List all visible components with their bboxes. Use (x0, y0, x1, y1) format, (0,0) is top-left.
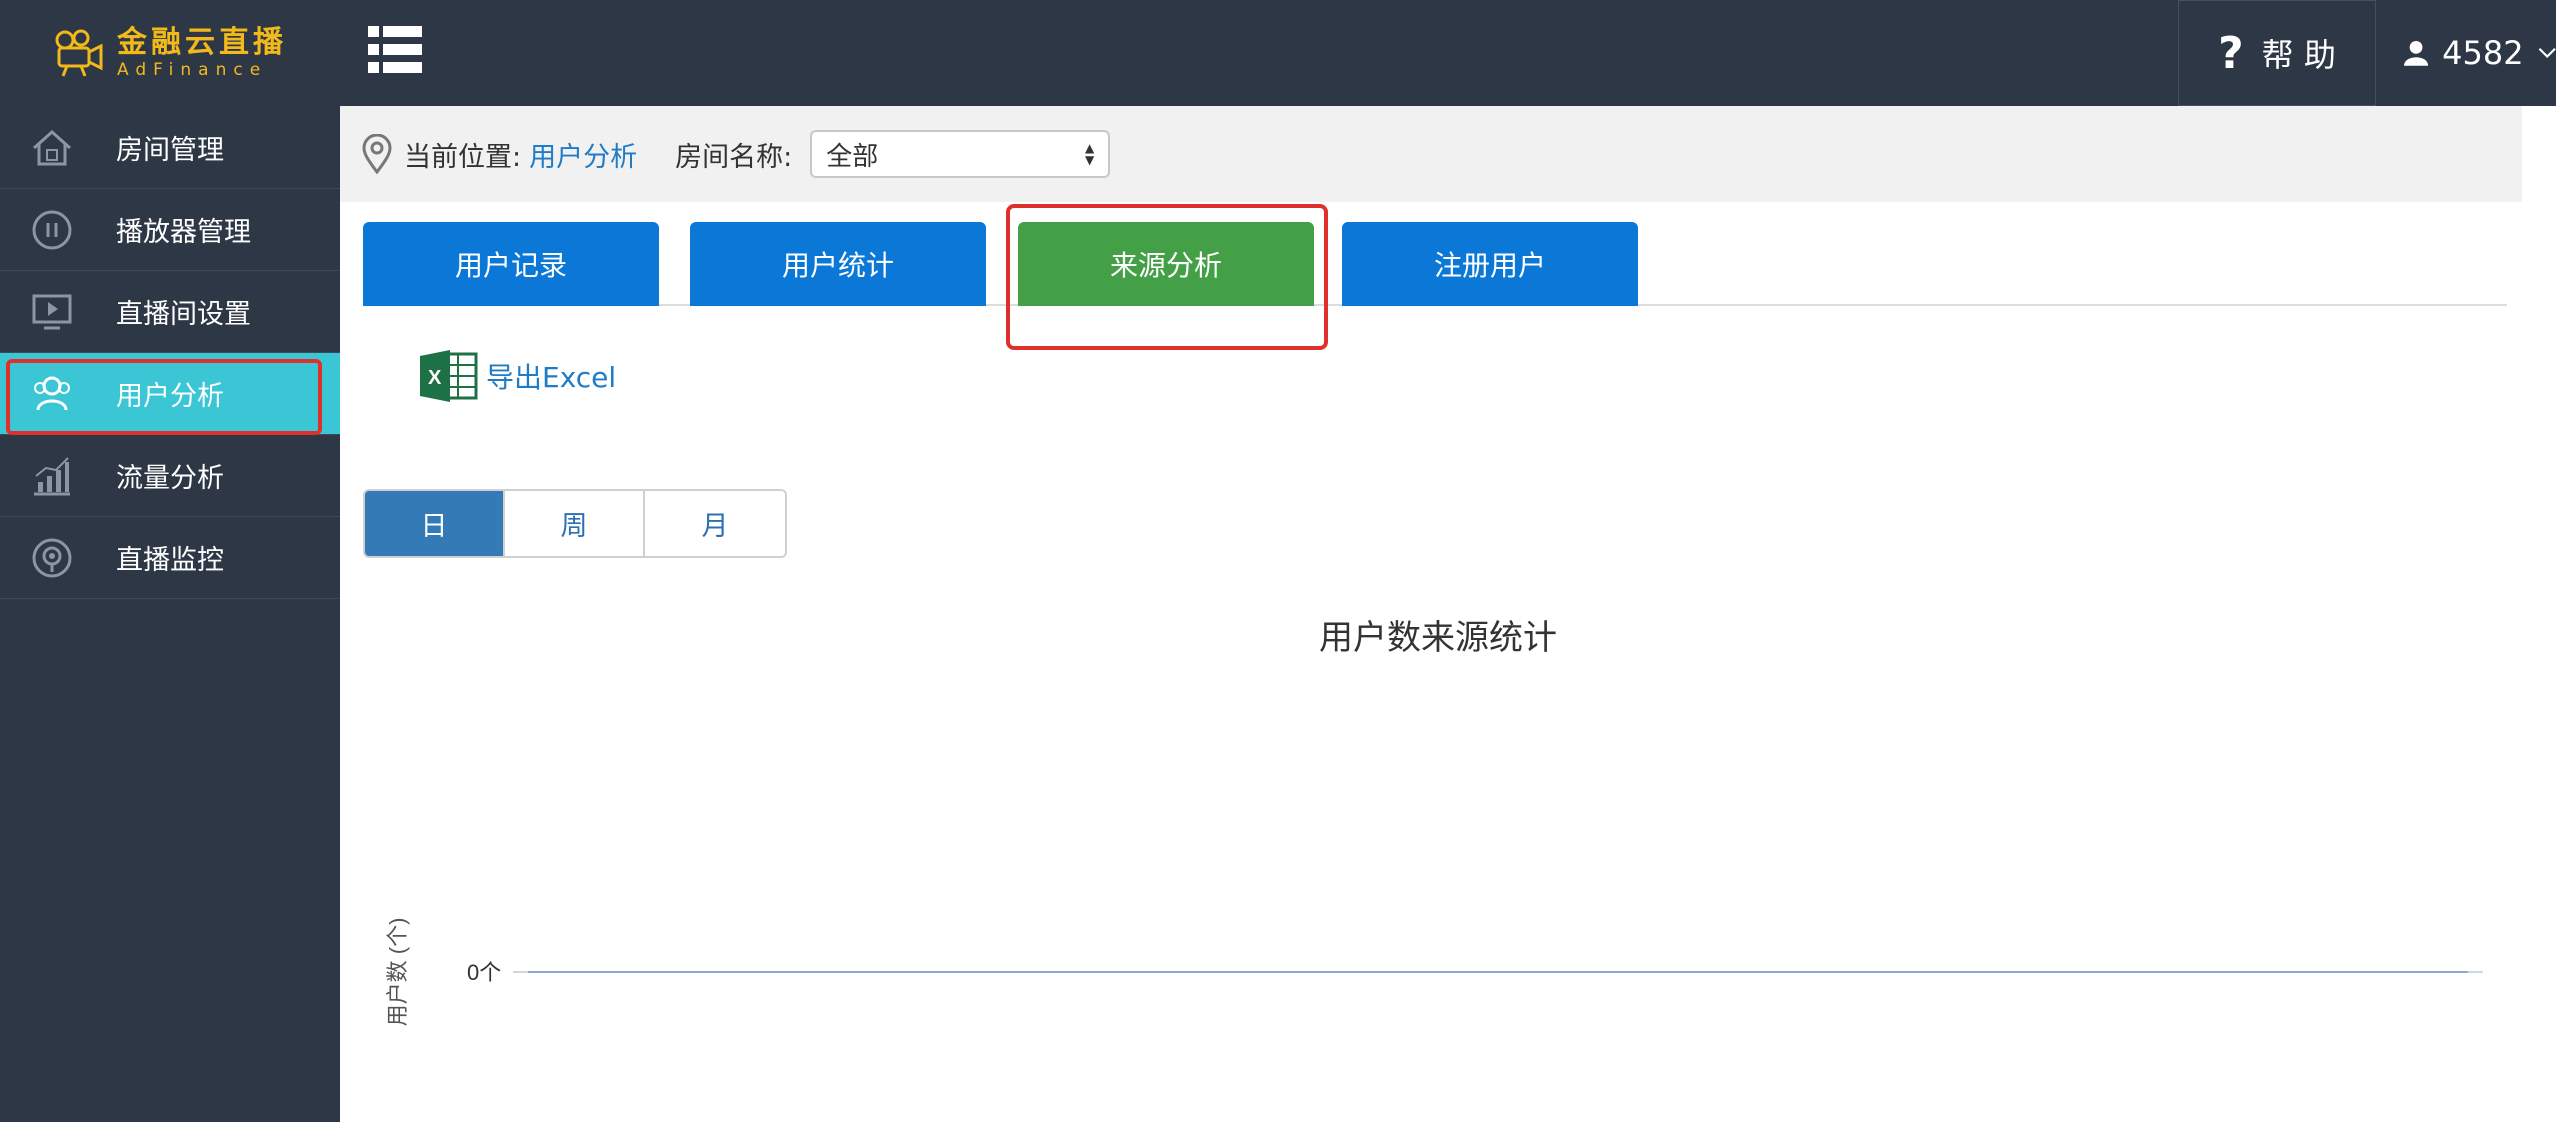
period-day-button[interactable]: 日 (365, 491, 505, 556)
sidebar-item-label: 直播间设置 (116, 299, 251, 330)
source-chart: 用户数来源统计 用户数 (个) 0个 (363, 590, 2523, 1122)
top-navbar: ? 帮 助 4582 (340, 0, 2556, 106)
sidebar-item-live-monitoring[interactable]: 直播监控 (0, 517, 340, 599)
sidebar-nav: 房间管理 播放器管理 直播间设置 用户分析 流量分析 直播监控 (0, 107, 340, 599)
help-label: 帮 助 (2261, 36, 2336, 74)
sidebar-item-label: 播放器管理 (116, 217, 251, 248)
sidebar-item-user-analysis[interactable]: 用户分析 (0, 353, 340, 435)
sidebar-item-label: 房间管理 (116, 135, 224, 166)
sidebar-item-live-room-settings[interactable]: 直播间设置 (0, 271, 340, 353)
user-menu[interactable]: 4582 (2376, 0, 2556, 106)
svg-text:X: X (428, 367, 442, 389)
sidebar-item-label: 流量分析 (116, 463, 224, 494)
question-icon: ? (2218, 27, 2244, 79)
logo[interactable]: 金融云直播 AdFinance (0, 0, 340, 106)
y-axis-label: 用户数 (个) (385, 918, 410, 1027)
user-name: 4582 (2442, 34, 2524, 72)
camera-logo-icon (55, 29, 103, 77)
active-tab-highlight (1006, 204, 1328, 350)
export-label: 导出Excel (486, 361, 617, 394)
sidebar-item-label: 用户分析 (116, 381, 224, 412)
breadcrumb-current[interactable]: 用户分析 (529, 135, 637, 174)
users-icon (26, 368, 78, 420)
chevron-down-icon (2538, 47, 2556, 59)
room-name-label: 房间名称: (675, 141, 793, 173)
pause-circle-icon (26, 204, 78, 256)
tab-user-records[interactable]: 用户记录 (363, 222, 659, 306)
chart-plot: 用户数 (个) 0个 (385, 918, 2483, 1027)
list-menu-icon[interactable] (368, 26, 422, 74)
select-arrows-icon: ▲ ▼ (1084, 141, 1095, 167)
y-tick-label: 0个 (467, 960, 501, 985)
room-select-value: 全部 (826, 141, 879, 172)
monitor-play-icon (26, 286, 78, 338)
bar-chart-icon (26, 450, 78, 502)
sidebar-item-label: 直播监控 (116, 545, 224, 576)
excel-icon: X (420, 350, 478, 402)
help-button[interactable]: ? 帮 助 (2178, 0, 2376, 106)
location-pin-icon (362, 134, 392, 174)
period-toggle: 日 周 月 (363, 489, 787, 558)
breadcrumb-prefix: 当前位置: (404, 141, 522, 173)
sidebar-item-traffic-analysis[interactable]: 流量分析 (0, 435, 340, 517)
period-week-button[interactable]: 周 (505, 491, 645, 556)
breadcrumb: 当前位置: 用户分析 房间名称: 全部 ▲ ▼ (340, 106, 2522, 202)
monitor-target-icon (26, 532, 78, 584)
export-excel-button[interactable]: X 导出Excel (420, 350, 616, 402)
user-icon (2404, 40, 2429, 66)
logo-subtitle: AdFinance (117, 59, 268, 80)
sidebar-item-player-management[interactable]: 播放器管理 (0, 189, 340, 271)
sidebar-item-room-management[interactable]: 房间管理 (0, 107, 340, 189)
room-select[interactable]: 全部 ▲ ▼ (810, 130, 1111, 178)
tab-registered-users[interactable]: 注册用户 (1342, 222, 1638, 306)
sidebar: 金融云直播 AdFinance 房间管理 播放器管理 直播间设置 用户分析 流量… (0, 0, 340, 1122)
logo-title: 金融云直播 (117, 24, 287, 60)
tab-user-statistics[interactable]: 用户统计 (690, 222, 986, 306)
period-month-button[interactable]: 月 (645, 491, 785, 556)
home-icon (26, 122, 78, 174)
analysis-tabs: 用户记录 用户统计 来源分析 注册用户 (363, 222, 2507, 306)
